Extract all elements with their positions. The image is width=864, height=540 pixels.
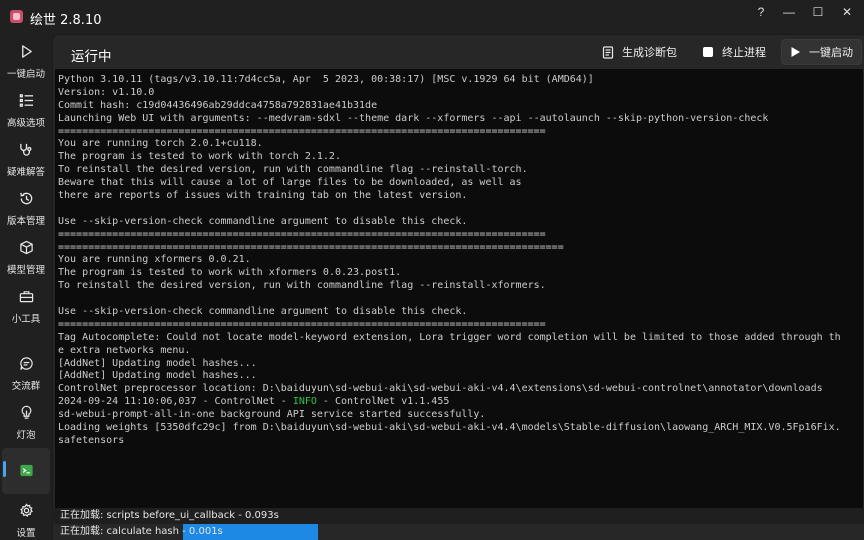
console-line: [AddNet] Updating model hashes... xyxy=(58,370,257,382)
sidebar: 一键启动 高级选项 疑难解答 版本管理 模型管理 小工具 交流群 灯泡 设置 xyxy=(0,34,52,540)
sidebar-item-versions[interactable]: 版本管理 xyxy=(2,185,50,231)
list-icon xyxy=(19,94,34,107)
console-line: ========================================… xyxy=(58,228,546,240)
console-line: [AddNet] Updating model hashes... xyxy=(58,357,257,369)
console-line: You are running torch 2.0.1+cu118. xyxy=(58,138,263,150)
console-line: Use --skip-version-check commandline arg… xyxy=(58,306,468,318)
console-line: To reinstall the desired version, run wi… xyxy=(58,280,546,292)
console-line: there are reports of issues with trainin… xyxy=(58,190,468,202)
generate-diagnostics-label: 生成诊断包 xyxy=(622,46,677,59)
sidebar-item-label: 疑难解答 xyxy=(6,167,45,178)
console-line: ControlNet preprocessor location: D:\bai… xyxy=(58,383,823,395)
console-line: Launching Web UI with arguments: --medvr… xyxy=(58,112,769,124)
sidebar-item-lightbulb[interactable]: 灯泡 xyxy=(2,399,50,445)
console-line: Commit hash: c19d04436496ab29ddca4758a79… xyxy=(58,99,378,111)
console-line: Tag Autocomplete: Could not locate model… xyxy=(58,331,841,343)
console-line: Version: v1.10.0 xyxy=(58,86,155,98)
stop-process-label: 终止进程 xyxy=(722,46,766,59)
gear-icon xyxy=(20,503,33,517)
console-line: The program is tested to work with torch… xyxy=(58,151,341,163)
app-logo-icon xyxy=(10,10,23,23)
console-line: ========================================… xyxy=(58,125,546,137)
history-icon xyxy=(20,192,33,205)
console-line: You are running xformers 0.0.21. xyxy=(58,254,251,266)
console-line: ========================================… xyxy=(58,241,564,253)
play-icon xyxy=(22,45,32,58)
sidebar-item-label: 设置 xyxy=(16,528,36,539)
main-panel: 运行中 生成诊断包 终止进程 一键启动 Python 3.10.11 (tags… xyxy=(52,34,864,540)
stethoscope-icon xyxy=(20,143,32,156)
sidebar-item-label: 模型管理 xyxy=(6,265,45,276)
console-line: Python 3.10.11 (tags/v3.10.11:7d4cc5a, A… xyxy=(58,74,594,85)
sidebar-item-models[interactable]: 模型管理 xyxy=(2,234,50,280)
console-line: ========================================… xyxy=(58,318,546,330)
console-line: sd-webui-prompt-all-in-one background AP… xyxy=(58,409,486,421)
status-line-hash: 正在加载: calculate hash - 0.001s xyxy=(60,526,223,537)
document-icon xyxy=(602,45,614,59)
sidebar-item-troubleshoot[interactable]: 疑难解答 xyxy=(2,136,50,182)
console-line: 2024-09-24 11:10:06,037 - ControlNet - I… xyxy=(55,396,863,409)
toolbox-icon xyxy=(19,291,34,303)
window-title: 绘世 2.8.10 xyxy=(30,13,102,28)
sidebar-item-console[interactable] xyxy=(2,448,50,494)
console-line: safetensors xyxy=(58,434,125,446)
status-line-scripts: 正在加载: scripts before_ui_callback - 0.093… xyxy=(52,508,864,524)
console-output[interactable]: Python 3.10.11 (tags/v3.10.11:7d4cc5a, A… xyxy=(55,69,863,509)
sidebar-item-label: 小工具 xyxy=(11,314,41,325)
sidebar-item-launch[interactable]: 一键启动 xyxy=(2,38,50,84)
console-line: e extra networks menu. xyxy=(58,344,191,356)
title-bar: 绘世 2.8.10 ? — ☐ ✕ xyxy=(0,0,864,34)
close-button[interactable]: ✕ xyxy=(830,2,864,22)
sidebar-item-advanced[interactable]: 高级选项 xyxy=(2,87,50,133)
sidebar-item-community[interactable]: 交流群 xyxy=(2,350,50,396)
sidebar-item-tools[interactable]: 小工具 xyxy=(2,283,50,329)
launch-label: 一键启动 xyxy=(809,46,853,59)
sidebar-item-label: 交流群 xyxy=(11,381,41,392)
console-line: Beware that this will cause a lot of lar… xyxy=(58,177,522,189)
play-icon xyxy=(791,47,800,57)
sidebar-item-label: 灯泡 xyxy=(16,430,36,441)
sidebar-item-settings[interactable]: 设置 xyxy=(2,497,50,540)
log-suffix: - ControlNet v1.1.455 xyxy=(316,396,450,408)
stop-icon xyxy=(703,47,713,57)
console-line: Loading weights [5350dfc29c] from D:\bai… xyxy=(58,422,841,434)
console-body: Python 3.10.11 (tags/v3.10.11:7d4cc5a, A… xyxy=(55,74,863,448)
sidebar-item-label: 一键启动 xyxy=(6,69,45,80)
sidebar-item-label: 高级选项 xyxy=(6,118,45,129)
lightbulb-icon xyxy=(21,405,32,419)
chat-icon xyxy=(20,357,33,370)
log-level-info: INFO xyxy=(292,396,317,408)
log-prefix: 2024-09-24 11:10:06,037 - ControlNet - xyxy=(58,396,293,408)
page-title: 运行中 xyxy=(71,49,112,65)
generate-diagnostics-button[interactable]: 生成诊断包 xyxy=(594,39,685,65)
launch-button[interactable]: 一键启动 xyxy=(781,39,862,65)
stop-process-button[interactable]: 终止进程 xyxy=(694,39,774,65)
console-line: To reinstall the desired version, run wi… xyxy=(58,164,528,176)
console-line: Use --skip-version-check commandline arg… xyxy=(58,215,468,227)
cube-icon xyxy=(20,240,33,255)
terminal-icon xyxy=(20,464,33,477)
sidebar-item-label: 版本管理 xyxy=(6,216,45,227)
console-line: The program is tested to work with xform… xyxy=(58,267,402,279)
